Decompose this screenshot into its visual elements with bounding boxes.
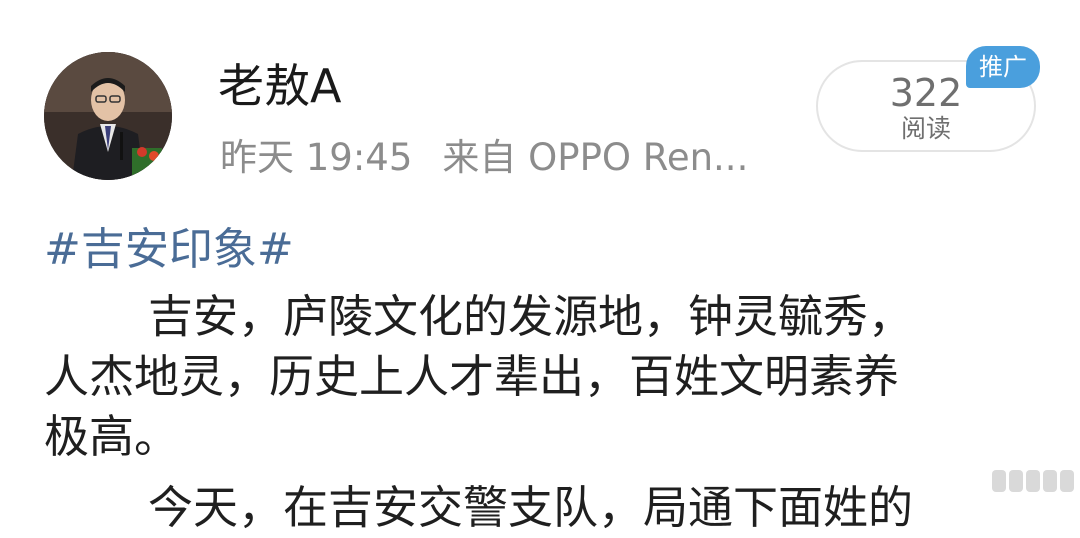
watermark-icon [992, 470, 1074, 492]
post-body-line: 人杰地灵，历史上人才辈出，百姓文明素养 [44, 350, 900, 403]
promo-badge[interactable]: 推广 [966, 46, 1040, 88]
author-avatar[interactable] [44, 52, 172, 180]
post-source[interactable]: 来自 OPPO Ren... [442, 136, 748, 179]
post-time: 昨天 19:45 [220, 136, 413, 179]
reads-label: 阅读 [900, 114, 951, 143]
post-meta: 昨天 19:45 来自 OPPO Ren... [220, 133, 748, 183]
post-body-line-partial: 今天，在吉安交警支队，局通下面姓的 [148, 481, 914, 534]
post-body-line: 极高。 [44, 410, 180, 463]
portrait-avatar-icon [44, 52, 172, 180]
post-body: 吉安，庐陵文化的发源地，钟灵毓秀， 人杰地灵，历史上人才辈出，百姓文明素养 极高… [44, 287, 1034, 467]
topic-hashtag-link[interactable]: #吉安印象# [44, 222, 294, 278]
author-name[interactable]: 老敖A [218, 58, 341, 114]
post-body-line: 吉安，庐陵文化的发源地，钟灵毓秀， [148, 290, 914, 343]
